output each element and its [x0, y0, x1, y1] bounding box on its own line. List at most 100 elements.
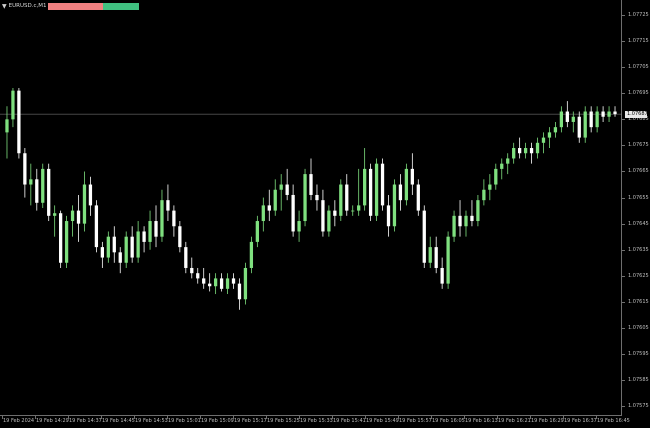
candle-body	[368, 168, 373, 216]
candle	[410, 153, 414, 195]
price-tick-label: 1.07675	[628, 142, 649, 149]
candle-body	[446, 236, 450, 284]
candle-body	[29, 179, 33, 185]
candle-body	[380, 163, 385, 206]
candle	[82, 171, 87, 232]
candle	[213, 273, 218, 295]
time-tick-label: 19 Feb 16:29	[531, 418, 564, 424]
price-tick-mark	[622, 249, 625, 251]
candle-body	[416, 184, 420, 211]
candle	[237, 278, 242, 310]
candle-body	[208, 283, 212, 287]
time-tick-label: 19 Feb 15:33	[300, 418, 333, 424]
price-tick-mark	[622, 301, 625, 303]
candle	[452, 210, 456, 242]
candle	[368, 163, 373, 222]
candle	[285, 168, 289, 201]
price-tick-mark	[622, 15, 625, 17]
candle	[488, 174, 492, 201]
candle	[261, 197, 265, 232]
candle	[416, 179, 420, 216]
candle-body	[458, 215, 462, 227]
candle-body	[309, 174, 313, 195]
candle	[196, 267, 200, 284]
triangle-down-icon[interactable]: ▼	[2, 2, 7, 11]
candle-body	[166, 200, 170, 211]
candle	[17, 88, 21, 159]
candle-body	[500, 163, 504, 169]
chart-window[interactable]: ▼ EURUSD.c,M1	[0, 0, 622, 416]
candle-body	[529, 148, 534, 154]
price-chart[interactable]	[0, 0, 622, 416]
candle	[255, 215, 259, 248]
candle-body	[94, 205, 99, 248]
candle	[595, 106, 599, 133]
time-tick-label: 19 Feb 15:49	[366, 418, 399, 424]
price-tick-label: 1.07575	[628, 403, 649, 410]
candle-body	[345, 184, 349, 211]
candle-body	[398, 184, 403, 201]
candle-body	[172, 210, 176, 227]
candle-body	[327, 210, 331, 232]
candle	[518, 137, 522, 159]
buy-button[interactable]	[103, 3, 140, 10]
candle	[309, 158, 313, 201]
candle-body	[41, 168, 45, 203]
candle	[482, 179, 486, 206]
candle-body	[70, 210, 75, 222]
candle	[124, 231, 128, 268]
candle	[88, 176, 93, 216]
price-tick-label: 1.07595	[628, 351, 649, 358]
candle	[565, 101, 569, 128]
candle-body	[482, 189, 486, 201]
candle	[70, 205, 75, 237]
candle-body	[535, 142, 540, 154]
candle	[184, 241, 188, 274]
candle-body	[136, 231, 140, 258]
candle-body	[541, 137, 546, 143]
sell-button[interactable]	[48, 3, 104, 10]
candle-body	[112, 236, 116, 253]
candle-body	[160, 200, 164, 237]
candle	[607, 106, 611, 122]
candle	[35, 168, 39, 211]
candle-body	[386, 205, 391, 227]
price-tick-mark	[622, 145, 625, 147]
candle-body	[118, 252, 122, 263]
price-tick-label: 1.07655	[628, 194, 649, 201]
candle-body	[339, 184, 343, 216]
candle-body	[273, 189, 277, 211]
candle	[112, 226, 116, 263]
candle	[23, 148, 27, 198]
price-tick-mark	[622, 41, 625, 43]
candle	[225, 273, 230, 295]
candle-body	[100, 247, 104, 258]
price-tick-label: 1.07625	[628, 272, 649, 279]
candle	[249, 236, 254, 274]
candle	[398, 174, 403, 211]
candle-body	[196, 273, 200, 279]
candle	[386, 194, 391, 237]
price-tick-label: 1.07695	[628, 90, 649, 97]
candle-body	[106, 236, 110, 258]
candle	[345, 174, 349, 216]
candle	[446, 231, 450, 289]
candle-body	[279, 184, 283, 190]
candle-body	[178, 226, 182, 248]
candle	[297, 210, 301, 242]
price-tick-label: 1.07605	[628, 324, 649, 331]
candle	[339, 179, 343, 222]
price-tick-mark	[622, 275, 625, 277]
time-tick-label: 19 Feb 2024	[3, 418, 35, 424]
candle-body	[35, 179, 39, 203]
candle-body	[434, 247, 438, 268]
candle-body	[512, 148, 516, 159]
candle	[464, 210, 468, 237]
candle-body	[565, 111, 569, 122]
price-tick-label: 1.07665	[628, 168, 649, 175]
candle	[476, 194, 480, 227]
candle-body	[190, 267, 194, 274]
candle-body	[422, 210, 426, 263]
candle	[559, 106, 564, 133]
candle-body	[506, 158, 510, 164]
